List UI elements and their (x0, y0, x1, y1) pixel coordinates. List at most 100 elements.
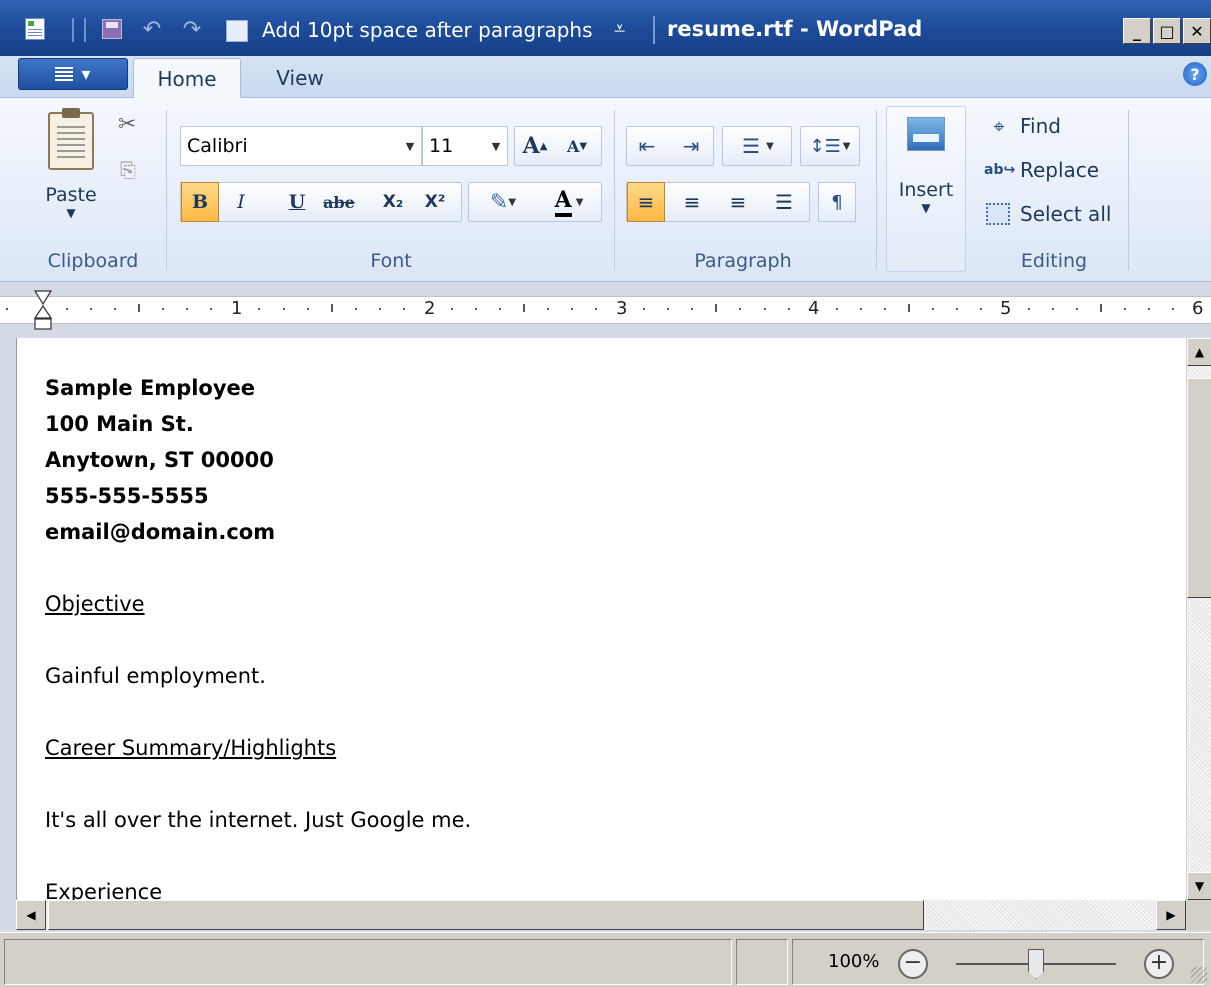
doc-line-objective: Gainful employment. (45, 664, 266, 688)
title-separator (653, 16, 655, 44)
qat-separator (84, 18, 86, 42)
ribbon-tab-row: ▾ Home View ? (0, 56, 1211, 99)
ruler-dot (1076, 308, 1078, 310)
ruler-strip (0, 296, 1211, 324)
document-area[interactable]: Sample Employee 100 Main St. Anytown, ST… (16, 338, 1186, 900)
select-all-icon (986, 203, 1010, 225)
ruler-dot (451, 308, 453, 310)
ruler-dot (932, 308, 934, 310)
ruler-dot (186, 308, 188, 310)
font-color-button[interactable]: A ▼ (538, 182, 600, 222)
zoom-in-icon[interactable]: + (1144, 949, 1174, 979)
help-icon[interactable]: ? (1183, 62, 1207, 86)
customize-qat-dropdown-icon[interactable]: ⩡ (614, 16, 625, 40)
underline-button[interactable]: U (278, 182, 316, 222)
undo-icon[interactable]: ↶ (140, 14, 164, 44)
ruler[interactable]: 1 2 3 4 5 6 (0, 282, 1211, 338)
copy-icon[interactable]: ⎘ (120, 158, 136, 182)
chevron-down-icon: ▼ (66, 206, 76, 220)
scroll-right-icon[interactable]: ▶ (1156, 900, 1186, 930)
insert-button[interactable]: Insert ▼ (886, 106, 966, 272)
shrink-font-button[interactable]: A ▼ (558, 126, 596, 166)
binoculars-icon: ⌖ (993, 114, 1005, 138)
paste-button[interactable]: Paste ▼ (36, 108, 106, 228)
italic-button[interactable]: I (222, 182, 260, 222)
application-menu-button[interactable]: ▾ (18, 58, 128, 90)
vertical-scroll-thumb[interactable] (1187, 378, 1211, 598)
doc-blank-line (45, 622, 471, 658)
scroll-up-icon[interactable]: ▲ (1187, 338, 1211, 366)
superscript-button[interactable]: X² (416, 182, 454, 222)
group-label-font: Font (370, 250, 412, 272)
doc-line-phone: 555-555-5555 (45, 484, 209, 508)
ruler-dot (1124, 308, 1126, 310)
paste-label: Paste (45, 184, 97, 206)
ruler-dot (667, 308, 669, 310)
replace-label: Replace (1020, 158, 1100, 182)
ruler-dot (547, 308, 549, 310)
shrink-font-label: A (566, 136, 580, 156)
scroll-left-icon[interactable]: ◀ (16, 900, 46, 930)
bullet-list-icon[interactable]: ☰ ▼ (726, 126, 790, 166)
bold-button[interactable]: B (181, 182, 219, 222)
increase-indent-icon[interactable]: ⇥ (672, 126, 710, 166)
replace-button[interactable]: ab↪ Replace (984, 158, 1099, 182)
replace-icon: ab↪ (984, 162, 1016, 178)
ruler-dot (764, 308, 766, 310)
grow-font-button[interactable]: A ▲ (516, 126, 554, 166)
wordpad-app-icon[interactable] (22, 14, 48, 44)
redo-icon[interactable]: ↷ (180, 14, 204, 44)
title-bar: ↶ ↷ Add 10pt space after paragraphs ⩡ re… (0, 0, 1211, 56)
indent-marker-icon[interactable] (34, 290, 52, 330)
ruler-dot (595, 308, 597, 310)
ruler-dot (980, 308, 982, 310)
scroll-corner (1186, 900, 1211, 930)
doc-heading-career-text: Career Summary/Highlights (45, 736, 337, 760)
font-family-combo[interactable]: Calibri ▼ (180, 126, 422, 166)
ruler-tick (331, 304, 333, 312)
qat-space-label[interactable]: Add 10pt space after paragraphs (262, 18, 593, 42)
minimize-button[interactable]: _ (1123, 18, 1151, 44)
window-title: resume.rtf - WordPad (667, 17, 923, 41)
horizontal-scrollbar[interactable]: ◀ ▶ (16, 900, 1186, 930)
paragraph-settings-icon[interactable]: ¶ (818, 182, 856, 222)
decrease-indent-icon[interactable]: ⇤ (628, 126, 666, 166)
align-center-icon[interactable]: ≡ (673, 182, 711, 222)
zoom-out-icon[interactable]: − (898, 949, 928, 979)
ruler-dot (1148, 308, 1150, 310)
highlight-color-button[interactable]: ✎ ▼ (472, 182, 534, 222)
line-spacing-icon[interactable]: ↕☰ ▼ (802, 126, 858, 166)
tab-home[interactable]: Home (133, 58, 241, 99)
ruler-number: 5 (1000, 298, 1012, 319)
horizontal-scroll-thumb[interactable] (48, 900, 924, 930)
chevron-down-icon: ▼ (491, 139, 501, 153)
ruler-dot (403, 308, 405, 310)
doc-blank-line (45, 838, 471, 874)
ruler-dot (884, 308, 886, 310)
group-separator (1128, 110, 1129, 270)
align-left-icon[interactable]: ≡ (627, 182, 665, 222)
align-right-icon[interactable]: ≡ (719, 182, 757, 222)
menu-lines-icon (55, 67, 74, 81)
doc-line-street: 100 Main St. (45, 412, 194, 436)
font-size-combo[interactable]: 11 ▼ (422, 126, 508, 166)
save-icon[interactable] (100, 14, 124, 44)
strikethrough-button[interactable]: abe (320, 182, 358, 222)
justify-icon[interactable]: ☰ (765, 182, 803, 222)
document-text: Sample Employee 100 Main St. Anytown, ST… (45, 370, 471, 900)
close-button[interactable]: ✕ (1183, 18, 1211, 44)
group-label-editing: Editing (1020, 250, 1088, 272)
maximize-button[interactable]: □ (1153, 18, 1181, 44)
resize-grip-icon[interactable] (1191, 967, 1207, 983)
subscript-button[interactable]: X₂ (374, 182, 412, 222)
vertical-scrollbar[interactable]: ▲ ▼ (1186, 338, 1211, 900)
tab-view[interactable]: View (255, 58, 345, 98)
find-button[interactable]: ⌖ Find (984, 114, 1061, 138)
group-separator (876, 110, 877, 270)
doc-line-email: email@domain.com (45, 520, 276, 544)
ruler-dot (258, 308, 260, 310)
select-all-button[interactable]: Select all (984, 202, 1111, 226)
scroll-down-icon[interactable]: ▼ (1187, 872, 1211, 900)
cut-icon[interactable]: ✂ (118, 112, 136, 137)
qat-space-checkbox[interactable] (226, 20, 248, 42)
